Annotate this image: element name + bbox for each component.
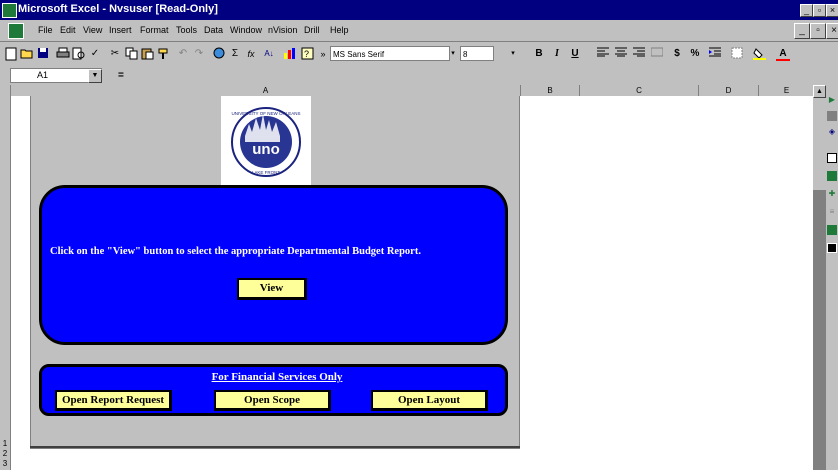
open-report-request-button[interactable]: Open Report Request <box>55 390 172 411</box>
financial-services-heading: For Financial Services Only <box>211 371 343 383</box>
borders-icon[interactable] <box>730 47 744 61</box>
nvision-instance-icon[interactable] <box>827 225 837 235</box>
cut-icon[interactable]: ✂ <box>108 47 122 61</box>
format-painter-icon[interactable] <box>156 47 170 61</box>
doc-minimize-button[interactable]: _ <box>794 23 810 39</box>
nvision-run-icon[interactable]: ▶ <box>827 95 837 105</box>
menu-edit[interactable]: Edit <box>60 25 76 35</box>
docked-nvision-toolbar: ▶ ◈ ✚ ≡ <box>826 85 838 470</box>
office-assistant-icon[interactable]: ? <box>300 47 314 61</box>
menu-help[interactable]: Help <box>330 25 349 35</box>
merge-center-icon[interactable] <box>650 47 664 61</box>
minimize-button[interactable]: _ <box>800 4 813 17</box>
open-scope-button[interactable]: Open Scope <box>214 390 331 411</box>
excel-app-icon[interactable] <box>2 3 17 18</box>
currency-button[interactable]: $ <box>670 47 684 61</box>
logo-ring-text: UNIVERSITY OF NEW ORLEANS <box>232 111 301 116</box>
print-icon[interactable] <box>56 47 70 61</box>
menu-window[interactable]: Window <box>230 25 262 35</box>
percent-button[interactable]: % <box>688 47 702 61</box>
align-right-icon[interactable] <box>632 47 646 61</box>
canvas-bottom-border <box>30 446 520 448</box>
fill-color-icon[interactable] <box>752 47 766 61</box>
copy-icon[interactable] <box>124 47 138 61</box>
row-header-1[interactable]: 1 <box>0 439 10 448</box>
row-headers: 1 2 3 <box>0 96 11 470</box>
hyperlink-icon[interactable] <box>212 47 226 61</box>
menu-view[interactable]: View <box>83 25 102 35</box>
align-left-icon[interactable] <box>596 47 610 61</box>
formula-bar: A1 ▼ = <box>0 67 838 86</box>
svg-text:?: ? <box>304 49 309 59</box>
standard-toolbar: ✓ ✂ ↶ ↷ Σ fx A↓ ? » MS Sans Serif ▾ 8 ▾ … <box>0 42 838 68</box>
menu-bar: File Edit View Insert Format Tools Data … <box>0 20 838 42</box>
menu-nvision[interactable]: nVision <box>268 25 297 35</box>
nvision-report-icon[interactable] <box>827 153 837 163</box>
workbook-icon[interactable] <box>8 23 24 39</box>
nvision-query-icon[interactable]: ✚ <box>827 189 837 199</box>
view-button[interactable]: View <box>237 278 307 300</box>
menu-tools[interactable]: Tools <box>176 25 197 35</box>
redo-icon[interactable]: ↷ <box>192 47 206 61</box>
nvision-options-icon[interactable]: ≡ <box>827 207 837 217</box>
spelling-icon[interactable]: ✓ <box>88 47 102 61</box>
row-header-3[interactable]: 3 <box>0 459 10 468</box>
vertical-scrollbar[interactable]: ▲ <box>813 85 826 470</box>
logo-center-text: uno <box>252 141 280 158</box>
print-preview-icon[interactable] <box>72 47 86 61</box>
save-icon[interactable] <box>36 47 50 61</box>
column-header-a[interactable]: A <box>11 85 521 96</box>
menu-insert[interactable]: Insert <box>109 25 132 35</box>
bold-button[interactable]: B <box>532 47 546 61</box>
autosum-icon[interactable]: Σ <box>228 47 242 61</box>
nvision-scope-icon[interactable]: ◈ <box>827 127 837 137</box>
column-header-d[interactable]: D <box>699 85 759 96</box>
nvision-layout-icon[interactable] <box>827 111 837 121</box>
chart-wizard-icon[interactable] <box>282 47 296 61</box>
menu-format[interactable]: Format <box>140 25 169 35</box>
open-layout-button[interactable]: Open Layout <box>371 390 488 411</box>
scroll-up-icon[interactable]: ▲ <box>813 85 826 98</box>
instruction-message: Click on the "View" button to select the… <box>50 246 421 257</box>
name-box-dropdown-icon[interactable]: ▼ <box>88 69 102 83</box>
italic-button[interactable]: I <box>550 47 564 61</box>
toolbar-overflow-icon[interactable]: » <box>316 47 330 61</box>
select-all-corner[interactable] <box>0 85 11 96</box>
row-header-2[interactable]: 2 <box>0 449 10 458</box>
title-bar: Microsoft Excel - Nvsuser [Read-Only] _ … <box>0 0 838 20</box>
main-instruction-panel <box>39 185 508 345</box>
underline-button[interactable]: U <box>568 47 582 61</box>
font-size-box[interactable]: 8 <box>460 46 494 61</box>
menu-drill[interactable]: Drill <box>304 25 320 35</box>
open-icon[interactable] <box>20 47 34 61</box>
doc-close-button[interactable]: × <box>826 23 838 39</box>
align-center-icon[interactable] <box>614 47 628 61</box>
paste-function-icon[interactable]: fx <box>244 47 258 61</box>
close-button[interactable]: × <box>826 4 838 17</box>
nvision-drill-icon[interactable] <box>827 171 837 181</box>
doc-restore-button[interactable]: ▫ <box>810 23 826 39</box>
window-title: Microsoft Excel - Nvsuser [Read-Only] <box>18 3 218 15</box>
logo-bottom-text: LAKE FRONT <box>252 170 281 175</box>
font-color-icon[interactable]: A <box>776 47 790 61</box>
increase-indent-icon[interactable] <box>708 47 722 61</box>
undo-icon[interactable]: ↶ <box>176 47 190 61</box>
scroll-thumb[interactable] <box>813 190 826 470</box>
column-header-c[interactable]: C <box>580 85 699 96</box>
font-size-dropdown-icon[interactable]: ▾ <box>506 47 520 61</box>
column-header-b[interactable]: B <box>521 85 580 96</box>
maximize-button[interactable]: ▫ <box>813 4 826 17</box>
uno-seal-logo: uno UNIVERSITY OF NEW ORLEANS LAKE FRONT <box>221 96 311 185</box>
new-icon[interactable] <box>4 47 18 61</box>
nvision-exit-icon[interactable] <box>827 243 837 253</box>
paste-icon[interactable] <box>140 47 154 61</box>
font-name-box[interactable]: MS Sans Serif <box>330 46 450 61</box>
sort-ascending-icon[interactable]: A↓ <box>262 47 276 61</box>
menu-data[interactable]: Data <box>204 25 223 35</box>
menu-file[interactable]: File <box>38 25 53 35</box>
font-dropdown-icon[interactable]: ▾ <box>446 47 460 61</box>
edit-formula-button[interactable]: = <box>118 70 124 81</box>
column-header-e[interactable]: E <box>759 85 815 96</box>
